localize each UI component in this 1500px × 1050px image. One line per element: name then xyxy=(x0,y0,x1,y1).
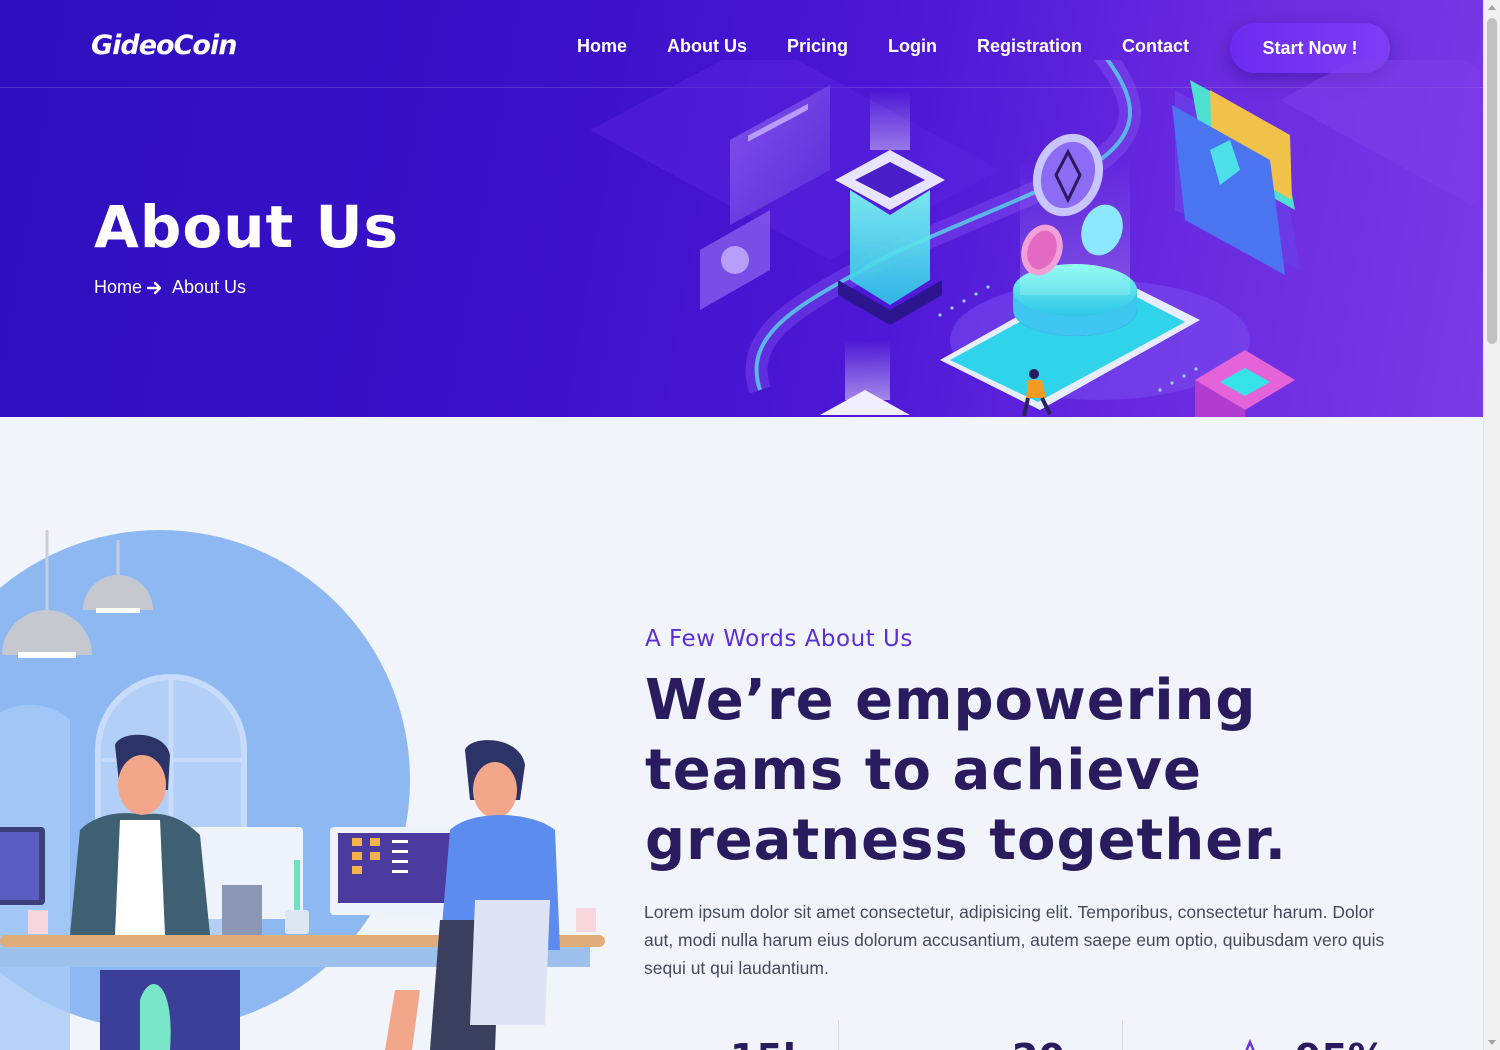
scroll-down-icon[interactable] xyxy=(1488,1040,1496,1045)
breadcrumb-home[interactable]: Home xyxy=(94,277,142,298)
section-headline: We’re empowering teams to achieve greatn… xyxy=(645,668,1288,873)
users-icon xyxy=(650,1038,710,1050)
nav-contact[interactable]: Contact xyxy=(1122,36,1189,57)
stat-divider xyxy=(1122,1020,1123,1050)
page-scrollbar[interactable] xyxy=(1483,0,1500,1050)
section-eyebrow: A Few Words About Us xyxy=(645,626,913,652)
nav-home[interactable]: Home xyxy=(577,36,627,57)
breadcrumb: Home About Us xyxy=(94,277,246,298)
rocket-icon xyxy=(940,1038,1000,1050)
section-body: Lorem ipsum dolor sit amet consectetur, … xyxy=(644,902,1385,978)
stat-divider xyxy=(838,1020,839,1050)
scroll-up-icon[interactable] xyxy=(1488,5,1496,10)
stats-row: 15k 20 95% xyxy=(645,1020,1405,1050)
nav-pricing[interactable]: Pricing xyxy=(787,36,848,57)
star-icon xyxy=(1245,1038,1255,1050)
nav-registration[interactable]: Registration xyxy=(977,36,1082,57)
page-title: About Us xyxy=(94,193,400,261)
scrollbar-thumb[interactable] xyxy=(1487,18,1497,344)
breadcrumb-current: About Us xyxy=(172,277,247,297)
stat-projects-value: 20 xyxy=(1012,1036,1065,1050)
team-illustration xyxy=(0,530,605,1050)
page: GideoCoin Home About Us Pricing Login Re… xyxy=(0,0,1500,1050)
crypto-illustration xyxy=(590,60,1480,417)
arrow-right-icon xyxy=(146,281,162,294)
nav-login[interactable]: Login xyxy=(888,36,937,57)
stat-users-value: 15k xyxy=(730,1036,808,1050)
brand-logo[interactable]: GideoCoin xyxy=(91,30,237,61)
hero-banner: GideoCoin Home About Us Pricing Login Re… xyxy=(0,0,1483,417)
nav-about-us[interactable]: About Us xyxy=(667,36,747,57)
stat-rating-value: 95% xyxy=(1295,1036,1386,1050)
